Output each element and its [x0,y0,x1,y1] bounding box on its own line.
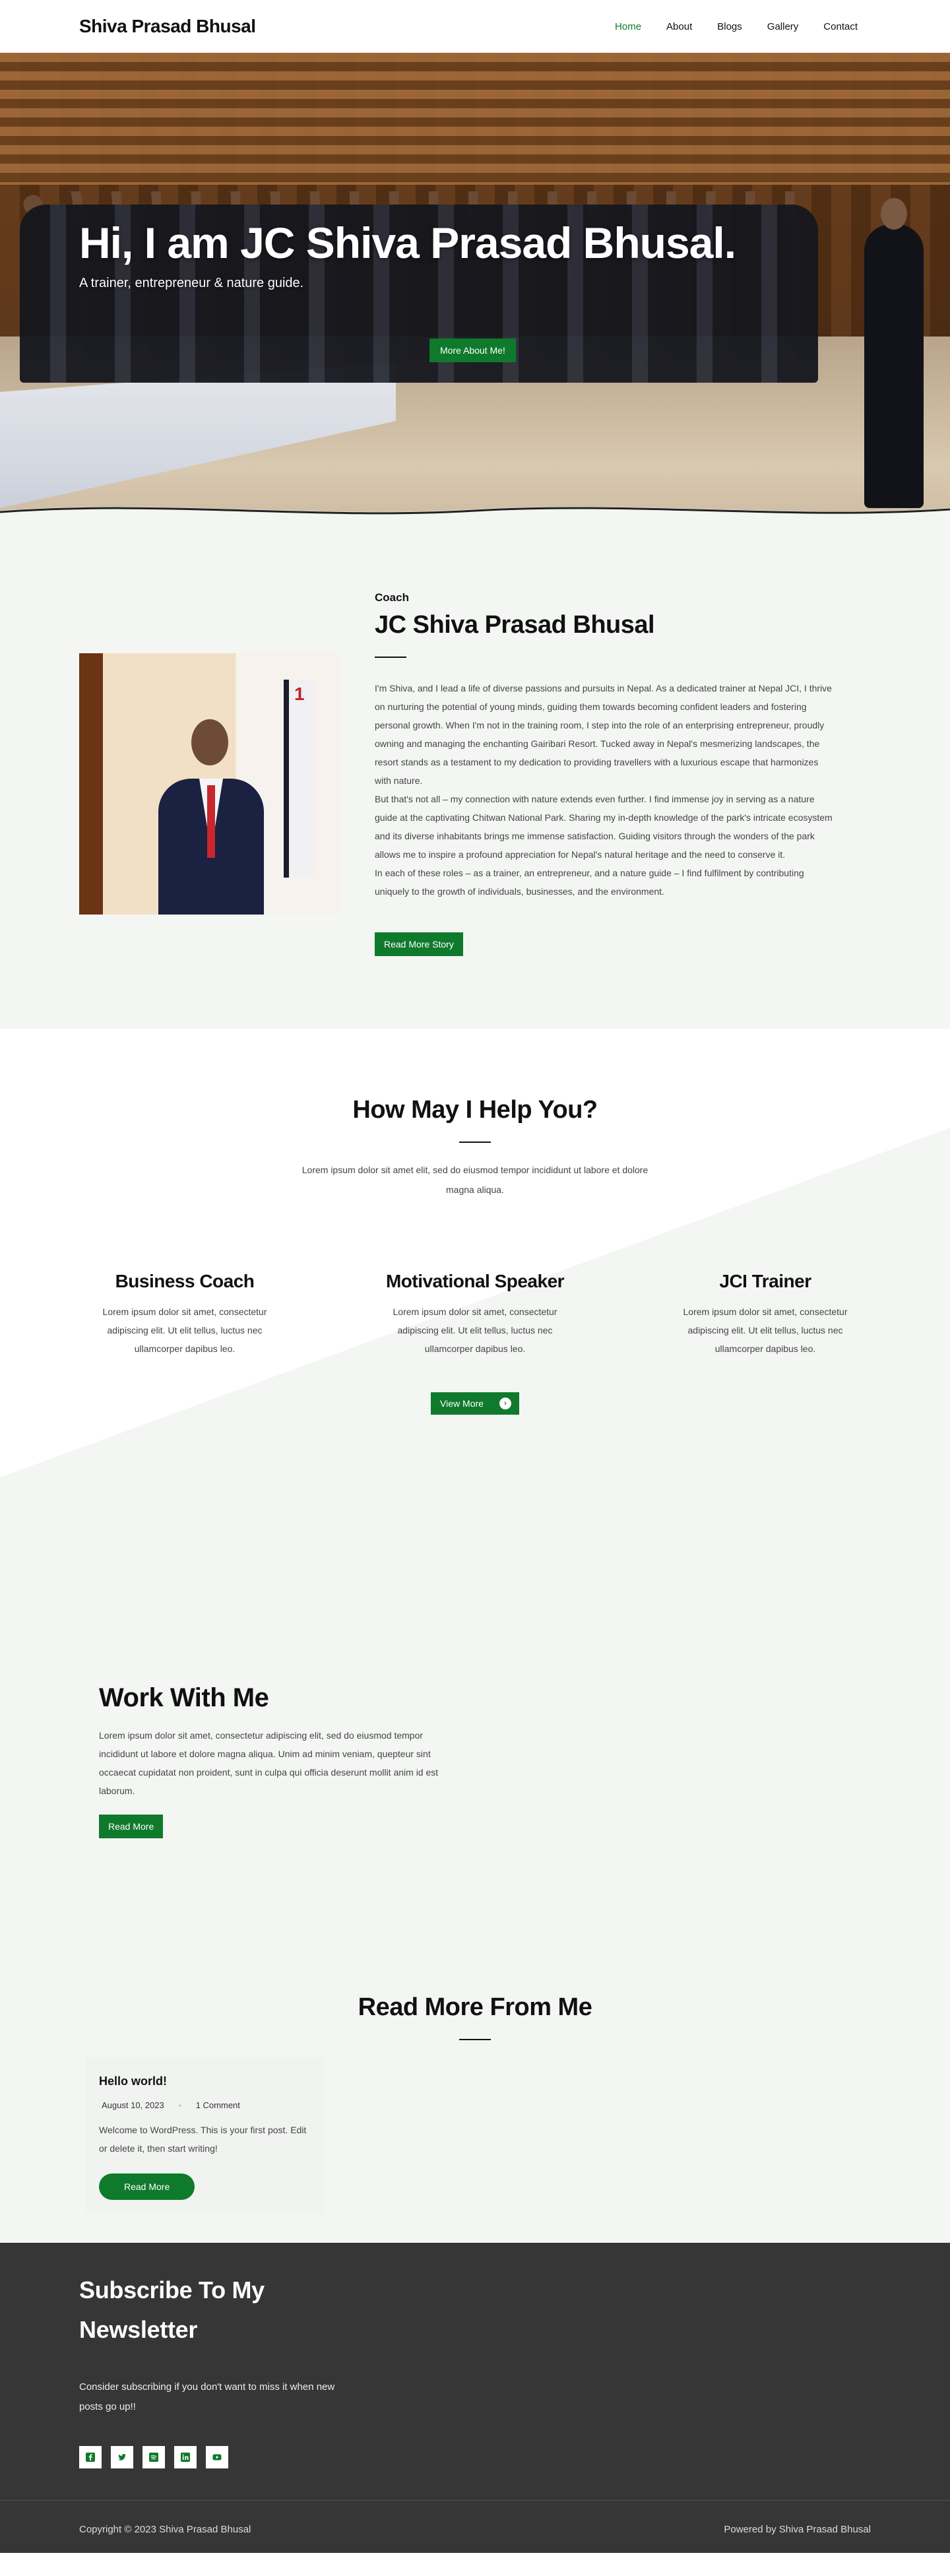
chevron-right-icon: › [499,1398,511,1409]
linkedin-icon[interactable] [174,2446,197,2468]
youtube-icon[interactable] [206,2446,228,2468]
service-title: Business Coach [115,1271,255,1291]
nav-about[interactable]: About [666,21,692,32]
about-paragraph: In each of these roles – as a trainer, a… [375,868,804,897]
about-divider [375,657,406,658]
nav-home[interactable]: Home [615,21,641,32]
post-date[interactable]: August 10, 2023 [102,2100,164,2110]
nav-gallery[interactable]: Gallery [767,21,799,32]
newsletter-title: Subscribe To My Newsletter [79,2276,265,2343]
blog-title: Read More From Me [358,1993,592,2021]
work-title: Work With Me [99,1683,269,1712]
site-header: Shiva Prasad Bhusal Home About Blogs Gal… [0,0,950,53]
meta-separator [178,2104,181,2107]
view-more-button[interactable]: View More › [431,1392,519,1415]
service-text: Lorem ipsum dolor sit amet, consectetur … [393,1306,557,1354]
work-section: Work With Me Lorem ipsum dolor sit amet,… [0,1504,950,1926]
help-section: How May I Help You? Lorem ipsum dolor si… [0,1029,950,1504]
nav-blogs[interactable]: Blogs [717,21,742,32]
services-list: Business Coach Lorem ipsum dolor sit ame… [79,1271,871,1358]
view-more-label: View More [440,1398,484,1409]
nav-contact[interactable]: Contact [823,21,858,32]
service-text: Lorem ipsum dolor sit amet, consectetur … [102,1306,267,1354]
work-read-more-button[interactable]: Read More [99,1815,164,1838]
post-excerpt: Welcome to WordPress. This is your first… [99,2125,307,2154]
spotify-icon[interactable] [142,2446,165,2468]
hero-photo-ceiling [0,53,950,185]
hero-section: Hi, I am JC Shiva Prasad Bhusal. A train… [0,53,950,528]
copyright-text: Copyright © 2023 Shiva Prasad Bhusal [79,2524,251,2535]
post-meta: August 10, 2023 1 Comment [99,2100,310,2110]
about-paragraph: I'm Shiva, and I lead a life of diverse … [375,683,832,786]
hero-wave-divider [0,506,950,528]
about-section: Coach JC Shiva Prasad Bhusal I'm Shiva, … [0,528,950,1029]
post-title[interactable]: Hello world! [99,2075,310,2088]
help-divider [459,1142,491,1143]
service-card: Motivational Speaker Lorem ipsum dolor s… [369,1271,581,1358]
hero-title: Hi, I am JC Shiva Prasad Bhusal. [79,218,736,267]
main-nav: Home About Blogs Gallery Contact [615,21,858,32]
blog-section: Read More From Me Hello world! August 10… [0,1926,950,2243]
portrait-banner [284,680,314,878]
service-card: Business Coach Lorem ipsum dolor sit ame… [79,1271,290,1358]
twitter-icon[interactable] [111,2446,133,2468]
service-title: JCI Trainer [719,1271,811,1291]
help-title: How May I Help You? [352,1096,598,1124]
site-brand[interactable]: Shiva Prasad Bhusal [79,16,256,37]
service-text: Lorem ipsum dolor sit amet, consectetur … [683,1306,848,1354]
blog-post-card: Hello world! August 10, 2023 1 Comment W… [86,2057,323,2213]
service-title: Motivational Speaker [385,1271,565,1291]
help-description: Lorem ipsum dolor sit amet elit, sed do … [301,1165,649,1195]
about-title: JC Shiva Prasad Bhusal [375,611,655,639]
facebook-icon[interactable] [79,2446,102,2468]
about-paragraph: But that's not all – my connection with … [375,794,833,860]
read-more-story-button[interactable]: Read More Story [375,932,463,956]
footer-divider [0,2500,950,2501]
post-comments[interactable]: 1 Comment [196,2100,240,2110]
service-card: JCI Trainer Lorem ipsum dolor sit amet, … [660,1271,871,1358]
work-text: Lorem ipsum dolor sit amet, consectetur … [99,1730,439,1796]
hero-subtitle: A trainer, entrepreneur & nature guide. [79,276,304,290]
about-text: Coach JC Shiva Prasad Bhusal I'm Shiva, … [375,587,837,956]
newsletter-subtitle: Consider subscribing if you don't want t… [79,2381,335,2412]
blog-divider [459,2039,491,2040]
hero-content: Hi, I am JC Shiva Prasad Bhusal. A train… [79,218,736,291]
site-footer: Subscribe To My Newsletter Consider subs… [0,2243,950,2553]
social-links [79,2446,228,2468]
portrait-person [158,706,264,915]
about-kicker: Coach [375,591,409,604]
post-read-more-button[interactable]: Read More [99,2174,195,2200]
hero-photo-speaker [864,198,924,508]
more-about-me-button[interactable]: More About Me! [429,338,516,362]
about-portrait-image [79,653,340,915]
powered-by-text: Powered by Shiva Prasad Bhusal [724,2524,871,2535]
